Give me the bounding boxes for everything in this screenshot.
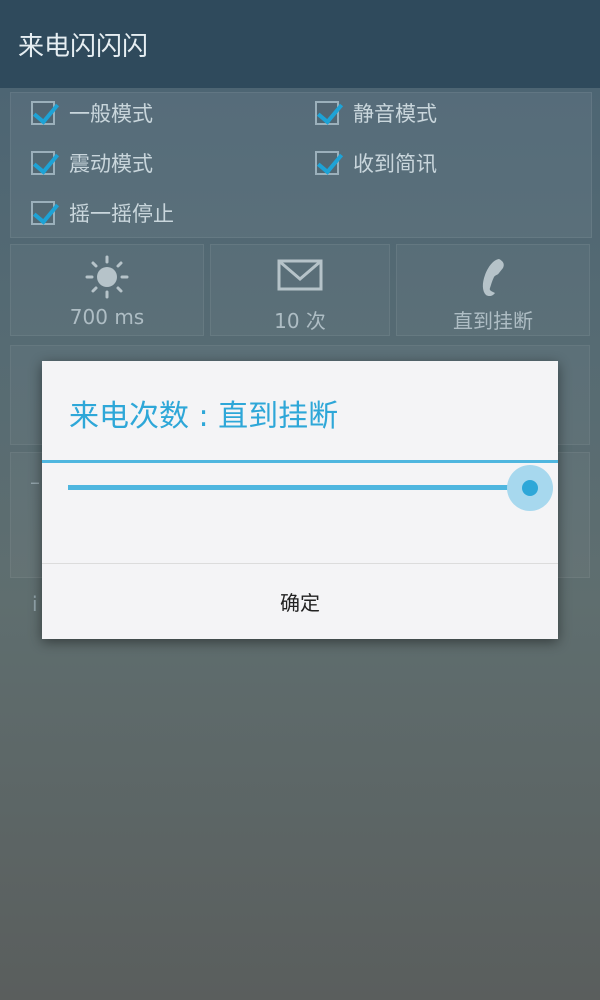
app-title: 来电闪闪闪	[18, 32, 149, 62]
option-shake-stop[interactable]: 摇一摇停止	[31, 193, 174, 233]
checkbox[interactable]	[315, 147, 344, 175]
background-label: i	[32, 592, 38, 616]
check-icon	[316, 147, 344, 175]
option-label: 摇一摇停止	[69, 202, 174, 226]
tile-flash-duration[interactable]: 700 ms	[10, 244, 204, 336]
title-divider	[42, 460, 558, 463]
action-bar: 来电闪闪闪	[0, 0, 600, 88]
check-icon	[32, 197, 60, 225]
phone-icon	[473, 255, 513, 303]
dialog-title: 来电次数 : 直到挂断	[69, 399, 339, 434]
sun-icon	[83, 255, 131, 303]
mode-options-panel: 一般模式 静音模式 震动模式 收到简讯 摇一摇停止	[10, 92, 592, 238]
option-label: 静音模式	[353, 102, 437, 126]
mail-icon	[276, 255, 324, 299]
checkbox[interactable]	[315, 97, 344, 125]
option-normal-mode[interactable]: 一般模式	[31, 93, 153, 133]
check-icon	[32, 147, 60, 175]
tile-value: 直到挂断	[453, 309, 533, 333]
count-slider-track[interactable]	[68, 485, 534, 490]
check-icon	[316, 97, 344, 125]
call-count-dialog: 来电次数 : 直到挂断 确定	[42, 361, 558, 639]
checkbox[interactable]	[31, 97, 60, 125]
option-label: 收到简讯	[353, 152, 437, 176]
count-slider-thumb[interactable]	[522, 480, 538, 496]
option-label: 震动模式	[69, 152, 153, 176]
background-label: –	[30, 470, 40, 494]
ok-button[interactable]: 确定	[42, 564, 558, 639]
checkbox[interactable]	[31, 197, 60, 225]
option-sms[interactable]: 收到简讯	[315, 143, 437, 183]
option-silent-mode[interactable]: 静音模式	[315, 93, 437, 133]
tile-value: 10 次	[274, 309, 326, 333]
tile-flash-count[interactable]: 10 次	[210, 244, 390, 336]
checkbox[interactable]	[31, 147, 60, 175]
option-label: 一般模式	[69, 102, 153, 126]
tile-call-count[interactable]: 直到挂断	[396, 244, 590, 336]
tile-value: 700 ms	[69, 305, 145, 329]
check-icon	[32, 97, 60, 125]
option-vibrate-mode[interactable]: 震动模式	[31, 143, 153, 183]
